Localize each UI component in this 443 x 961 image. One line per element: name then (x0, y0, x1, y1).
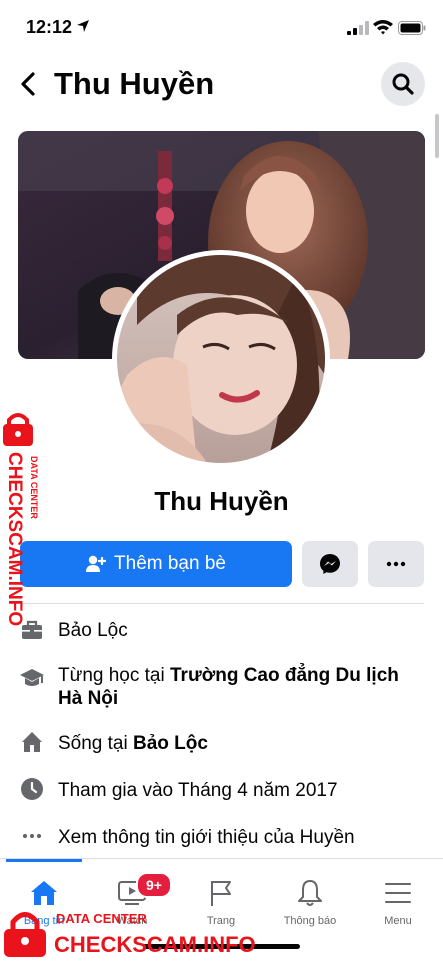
chevron-left-icon (21, 72, 35, 96)
battery-icon (398, 21, 426, 35)
watermark-side-text: CHECKSCAM.INFO (4, 452, 25, 626)
info-row-work: Bảo Lộc (0, 615, 443, 645)
tab-menu[interactable]: Menu (354, 859, 442, 939)
info-lives-text: Sống tại Bảo Lộc (58, 732, 428, 755)
graduation-cap-icon (19, 666, 45, 692)
cellular-signal-icon (347, 21, 369, 35)
location-arrow-icon (77, 20, 89, 32)
wifi-icon (373, 20, 393, 35)
info-education-text: Từng học tại Trường Cao đẳng Du lịch Hà … (58, 664, 428, 710)
messenger-icon (320, 554, 340, 574)
house-icon (19, 729, 45, 755)
more-dots-icon (19, 823, 45, 849)
more-horizontal-icon (386, 561, 406, 567)
tab-label-menu: Menu (384, 915, 412, 927)
more-options-button[interactable] (368, 541, 424, 587)
watermark-side-subtext: DATA CENTER (29, 456, 39, 519)
city-link[interactable]: Bảo Lộc (133, 733, 208, 754)
info-row-education: Từng học tại Trường Cao đẳng Du lịch Hà … (0, 662, 443, 714)
info-lives-prefix: Sống tại (58, 733, 133, 754)
active-tab-indicator (6, 859, 82, 862)
watermark-bottom-subtext: DATA CENTER (56, 911, 147, 926)
add-person-icon (86, 555, 107, 572)
search-button[interactable] (381, 62, 425, 106)
messenger-button[interactable] (302, 541, 358, 587)
menu-icon (354, 877, 442, 909)
see-about-link[interactable]: Xem thông tin giới thiệu của Huyền (58, 826, 428, 849)
info-education-prefix: Từng học tại (58, 665, 170, 686)
status-time: 12:12 (26, 17, 73, 37)
watermark-bottom: DATA CENTER CHECKSCAM.INFO (4, 911, 256, 957)
page-title: Thu Huyền (54, 66, 215, 101)
profile-header: Thu Huyền (0, 56, 443, 112)
scrollbar[interactable] (435, 114, 439, 158)
clock-icon (19, 776, 45, 802)
info-row-joined: Tham gia vào Tháng 4 năm 2017 (0, 775, 443, 805)
watermark-bottom-text: CHECKSCAM.INFO (54, 932, 256, 957)
back-button[interactable] (14, 68, 42, 100)
info-joined-text: Tham gia vào Tháng 4 năm 2017 (58, 780, 338, 801)
watermark-side: CHECKSCAM.INFO DATA CENTER (3, 413, 39, 626)
info-row-lives: Sống tại Bảo Lộc (0, 728, 443, 758)
watch-notification-badge: 9+ (136, 872, 172, 898)
info-work-text: Bảo Lộc (58, 620, 128, 641)
status-bar: 12:12 (0, 0, 443, 56)
profile-name: Thu Huyền (154, 486, 289, 516)
info-row-see-about[interactable]: Xem thông tin giới thiệu của Huyền (0, 822, 443, 852)
add-friend-button[interactable]: Thêm bạn bè (20, 541, 292, 587)
profile-picture[interactable] (112, 250, 330, 468)
add-friend-label: Thêm bạn bè (114, 553, 226, 574)
avatar-image (117, 255, 325, 463)
search-icon (392, 73, 414, 95)
divider (20, 603, 424, 604)
padlock-icon (3, 413, 33, 446)
padlock-icon (4, 912, 46, 957)
